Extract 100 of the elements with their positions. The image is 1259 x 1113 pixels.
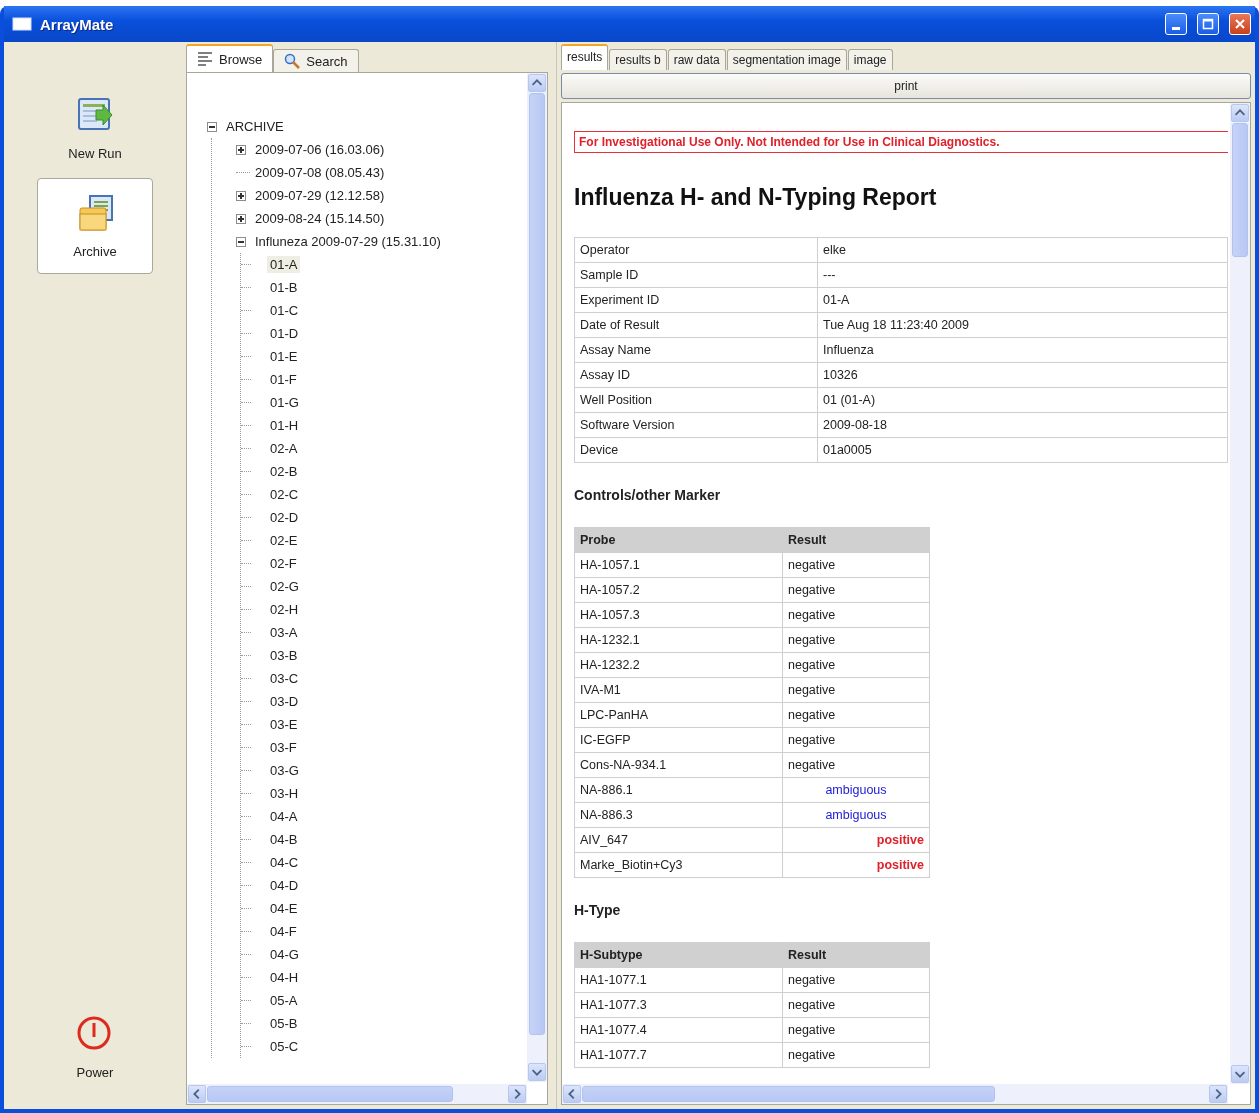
table-cell: Cons-NA-934.1 bbox=[574, 752, 783, 778]
tree-item[interactable]: 02-H bbox=[267, 601, 302, 618]
tree-item[interactable]: 04-H bbox=[267, 969, 302, 986]
tab[interactable]: Search bbox=[273, 49, 359, 72]
column-header: Result bbox=[782, 942, 930, 968]
tab[interactable]: results bbox=[561, 44, 609, 70]
print-button[interactable]: print bbox=[561, 73, 1251, 99]
tree-item[interactable]: 02-E bbox=[267, 532, 301, 549]
table-cell: HA-1057.3 bbox=[574, 602, 783, 628]
minimize-icon bbox=[1172, 26, 1180, 30]
table-cell: 2009-08-18 bbox=[817, 412, 1228, 438]
scroll-right-button[interactable] bbox=[1209, 1085, 1227, 1103]
table-cell: NA-886.3 bbox=[574, 802, 783, 828]
tree-item[interactable]: 04-B bbox=[267, 831, 301, 848]
horizontal-scrollbar[interactable] bbox=[562, 1084, 1228, 1104]
tree-item[interactable]: 03-G bbox=[267, 762, 302, 779]
tree-item[interactable]: 2009-07-06 (16.03.06) bbox=[252, 141, 388, 158]
tree-item[interactable]: 02-F bbox=[267, 555, 300, 572]
scrollbar-thumb[interactable] bbox=[582, 1086, 996, 1102]
tree-item[interactable]: 04-C bbox=[267, 854, 302, 871]
tree-item[interactable]: 02-C bbox=[267, 486, 302, 503]
tree-item[interactable]: 01-B bbox=[267, 279, 301, 296]
tree-item[interactable]: 02-D bbox=[267, 509, 302, 526]
table-cell: positive bbox=[782, 827, 930, 853]
scrollbar-thumb[interactable] bbox=[1232, 123, 1248, 257]
tab[interactable]: Browse bbox=[186, 44, 274, 72]
nav-item[interactable]: Archive bbox=[37, 178, 153, 274]
table-cell: HA1-1077.1 bbox=[574, 967, 783, 993]
tree-item[interactable]: 03-F bbox=[267, 739, 300, 756]
tab[interactable]: results b bbox=[609, 49, 667, 70]
column-header: H-Subtype bbox=[574, 942, 783, 968]
scroll-right-button[interactable] bbox=[508, 1085, 526, 1103]
scroll-left-button[interactable] bbox=[563, 1085, 581, 1103]
tree-item[interactable]: 2009-07-08 (08.05.43) bbox=[252, 164, 388, 181]
scrollbar-thumb[interactable] bbox=[207, 1086, 453, 1102]
tree-item[interactable]: 04-E bbox=[267, 900, 301, 917]
minimize-button[interactable] bbox=[1165, 13, 1187, 35]
close-button[interactable] bbox=[1229, 13, 1251, 35]
tree-item[interactable]: 05-C bbox=[267, 1038, 302, 1055]
tree-item[interactable]: 05-B bbox=[267, 1015, 301, 1032]
table-cell: negative bbox=[782, 577, 930, 603]
table-cell: Influenza bbox=[817, 337, 1228, 363]
nav-item[interactable]: Power bbox=[37, 999, 153, 1095]
tree-item[interactable]: 03-D bbox=[267, 693, 302, 710]
expand-icon[interactable] bbox=[236, 213, 246, 224]
table-cell: 10326 bbox=[817, 362, 1228, 388]
scroll-up-button[interactable] bbox=[1231, 104, 1249, 122]
tree-item[interactable]: 01-D bbox=[267, 325, 302, 342]
tree-item[interactable]: 01-C bbox=[267, 302, 302, 319]
collapse-icon[interactable] bbox=[207, 121, 217, 132]
maximize-button[interactable] bbox=[1197, 13, 1219, 35]
table-cell: Operator bbox=[574, 237, 818, 263]
tree-item[interactable]: 03-C bbox=[267, 670, 302, 687]
scroll-up-button[interactable] bbox=[528, 74, 546, 92]
table-cell: negative bbox=[782, 1042, 930, 1068]
column-header: Probe bbox=[574, 527, 783, 553]
tree-item[interactable]: 01-H bbox=[267, 417, 302, 434]
tree-item[interactable]: 01-F bbox=[267, 371, 300, 388]
tree-item[interactable]: ARCHIVE bbox=[223, 118, 287, 135]
tree-item[interactable]: 02-G bbox=[267, 578, 302, 595]
tree-item[interactable]: 04-F bbox=[267, 923, 300, 940]
tree-item[interactable]: 03-B bbox=[267, 647, 301, 664]
tree-item[interactable]: 03-H bbox=[267, 785, 302, 802]
tree-item[interactable]: 04-D bbox=[267, 877, 302, 894]
scroll-down-button[interactable] bbox=[1231, 1065, 1249, 1083]
horizontal-scrollbar[interactable] bbox=[187, 1084, 527, 1104]
table-cell: IC-EGFP bbox=[574, 727, 783, 753]
scrollbar-thumb[interactable] bbox=[529, 93, 545, 1035]
tree-item[interactable]: 04-A bbox=[267, 808, 301, 825]
tree-item[interactable]: 01-G bbox=[267, 394, 302, 411]
tree-item[interactable]: 05-A bbox=[267, 992, 301, 1009]
collapse-icon[interactable] bbox=[236, 236, 246, 247]
expand-icon[interactable] bbox=[236, 144, 246, 155]
table-cell: HA1-1077.4 bbox=[574, 1017, 783, 1043]
vertical-scrollbar[interactable] bbox=[1230, 103, 1250, 1084]
vertical-scrollbar[interactable] bbox=[527, 73, 547, 1082]
tab[interactable]: image bbox=[847, 49, 893, 70]
tree-item[interactable]: 2009-07-29 (12.12.58) bbox=[252, 187, 388, 204]
close-icon bbox=[1234, 18, 1246, 30]
column-header: Result bbox=[782, 527, 930, 553]
tree-item[interactable]: 03-A bbox=[267, 624, 301, 641]
tree-item[interactable]: 01-A bbox=[267, 256, 301, 273]
window-title: ArrayMate bbox=[40, 15, 115, 33]
tree-item[interactable]: Influneza 2009-07-29 (15.31.10) bbox=[252, 233, 444, 250]
nav-item[interactable]: New Run bbox=[37, 80, 153, 176]
table-cell: negative bbox=[782, 652, 930, 678]
table-cell: IVA-M1 bbox=[574, 677, 783, 703]
scroll-down-button[interactable] bbox=[528, 1063, 546, 1081]
tree-item[interactable]: 01-E bbox=[267, 348, 301, 365]
expand-icon[interactable] bbox=[236, 190, 246, 201]
tree-item[interactable]: 03-E bbox=[267, 716, 301, 733]
tree-item[interactable]: 02-A bbox=[267, 440, 301, 457]
tree-item[interactable]: 04-G bbox=[267, 946, 302, 963]
table-cell: Date of Result bbox=[574, 312, 818, 338]
tree-item[interactable]: 2009-08-24 (15.14.50) bbox=[252, 210, 388, 227]
tab[interactable]: segmentation image bbox=[726, 49, 847, 70]
scroll-left-button[interactable] bbox=[188, 1085, 206, 1103]
tree-item[interactable]: 02-B bbox=[267, 463, 301, 480]
tab[interactable]: raw data bbox=[667, 49, 726, 70]
table-cell: negative bbox=[782, 1017, 930, 1043]
